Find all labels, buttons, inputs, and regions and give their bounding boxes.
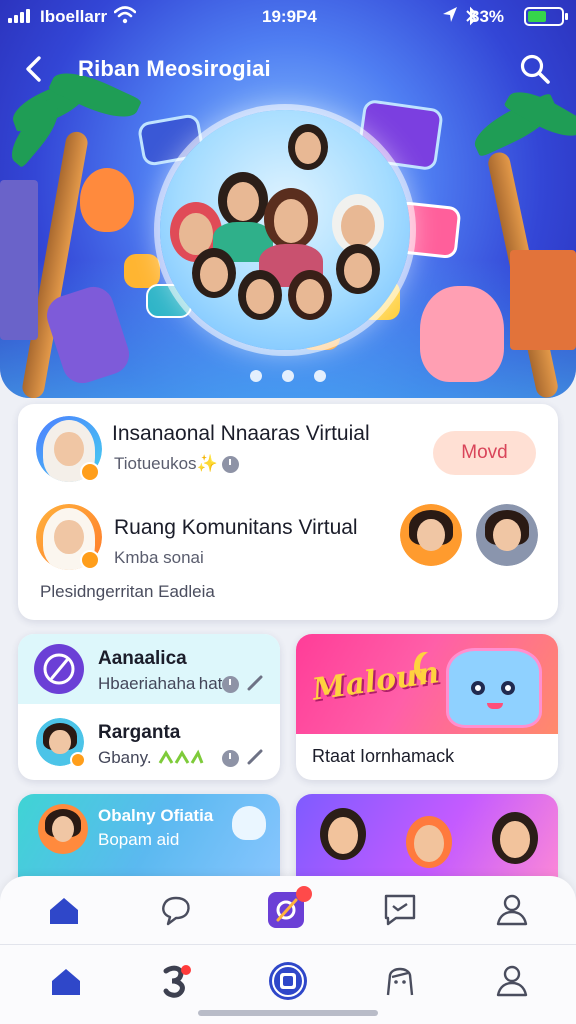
list-item-subtitle: Hbaeriahaha hat <box>98 674 223 693</box>
verified-badge-icon <box>70 752 86 768</box>
chat-bubble-icon <box>162 896 190 926</box>
tab-home[interactable] <box>40 955 92 1007</box>
avatar-icon <box>386 967 414 996</box>
moon-icon <box>420 652 442 682</box>
carousel-dot[interactable] <box>314 370 326 382</box>
signal-icon <box>8 9 34 23</box>
community-photo <box>160 110 410 350</box>
tab-create[interactable] <box>262 884 314 936</box>
card-subtitle: Bopam aid <box>98 830 180 849</box>
battery-percent: 33% <box>470 7 505 26</box>
promo-banner: Maloun <box>296 634 558 734</box>
tab-bar-primary <box>0 876 576 944</box>
discover-icon <box>163 965 191 998</box>
page-title: Riban Meosirogiai <box>78 56 271 81</box>
profile-icon <box>496 965 528 997</box>
featured-card: Insanaonal Nnaaras Virtuial Tiotueukos✨ … <box>18 404 558 620</box>
mascot-sticker <box>446 648 542 728</box>
tab-profile[interactable] <box>486 955 538 1007</box>
card-footer-text[interactable]: Plesidngerritan Eadleia <box>40 582 215 602</box>
pink-mascot <box>420 286 504 382</box>
music-disc-icon <box>43 653 75 685</box>
chevron-left-icon[interactable] <box>20 54 48 84</box>
phone-icon[interactable] <box>246 674 264 692</box>
tab-chat[interactable] <box>150 884 202 936</box>
promo-label: Rtaat Iornhamack <box>312 746 455 766</box>
message-icon <box>384 894 416 926</box>
move-button[interactable]: Movd <box>433 431 536 475</box>
building <box>0 180 38 340</box>
tab-messages[interactable] <box>374 884 426 936</box>
item-subtitle: Kmba sonai <box>114 548 204 567</box>
person-face <box>192 248 236 298</box>
item-title[interactable]: Ruang Komunitans Virtual <box>114 516 358 540</box>
person-face <box>238 270 282 320</box>
tab-home[interactable] <box>38 884 90 936</box>
music-app-icon[interactable] <box>34 644 84 694</box>
sparkle-icon <box>158 749 204 764</box>
carrier-name: Iboellarr <box>40 7 108 26</box>
tab-avatar[interactable] <box>374 955 426 1007</box>
person-face <box>213 172 273 262</box>
carousel-dot[interactable] <box>282 370 294 382</box>
carousel-dot[interactable] <box>250 370 262 382</box>
wifi-icon <box>114 6 136 24</box>
clock-icon <box>222 456 239 473</box>
member-avatar[interactable] <box>476 504 538 566</box>
person-face <box>288 124 328 170</box>
create-icon <box>268 886 312 928</box>
avatar[interactable] <box>38 804 88 854</box>
person-face <box>336 244 380 294</box>
tab-profile[interactable] <box>486 884 538 936</box>
list-item-title: Rarganta <box>98 722 181 743</box>
tab-app[interactable] <box>262 955 314 1007</box>
tab-discover[interactable] <box>150 955 202 1007</box>
clock-time: 19:9P4 <box>262 7 317 26</box>
app-icon <box>269 962 307 1000</box>
list-item-title: Aanaalica <box>98 648 187 669</box>
clock-icon <box>222 750 239 767</box>
verified-badge-icon <box>80 550 100 570</box>
card-title: Obalny Ofiatia <box>98 806 214 825</box>
battery-icon <box>524 7 568 26</box>
location-icon <box>443 7 457 22</box>
sticker-music <box>124 254 160 288</box>
carousel-dots[interactable] <box>250 370 330 382</box>
item-subtitle: Tiotueukos✨ <box>114 454 218 473</box>
clock-icon <box>222 676 239 693</box>
promo-card[interactable]: Maloun Rtaat Iornhamack <box>296 634 558 780</box>
person-face <box>258 188 324 288</box>
person-face <box>288 270 332 320</box>
home-icon <box>50 898 78 924</box>
sticker-heart <box>80 168 134 232</box>
verified-badge-icon <box>80 462 100 482</box>
ghost-sticker <box>232 806 266 840</box>
list-item-subtitle: Gbany. <box>98 748 152 767</box>
cartoon-face <box>406 816 452 868</box>
building <box>510 250 576 350</box>
pencil-icon[interactable] <box>246 748 264 766</box>
home-icon <box>52 969 80 995</box>
cartoon-face <box>492 812 538 864</box>
item-title[interactable]: Insanaonal Nnaaras Virtuial <box>112 422 370 446</box>
chat-list-card[interactable]: Aanaalica Hbaeriahaha hat Rarganta Gbany… <box>18 634 280 780</box>
hero-banner[interactable]: Iboellarr 19:9P4 33% Riban Meosirogiai <box>0 0 576 398</box>
status-bar: Iboellarr 19:9P4 33% <box>0 0 576 34</box>
cartoon-face <box>320 808 366 860</box>
search-icon[interactable] <box>518 52 552 86</box>
home-indicator[interactable] <box>198 1010 378 1016</box>
member-avatar[interactable] <box>400 504 462 566</box>
profile-icon <box>496 894 528 926</box>
